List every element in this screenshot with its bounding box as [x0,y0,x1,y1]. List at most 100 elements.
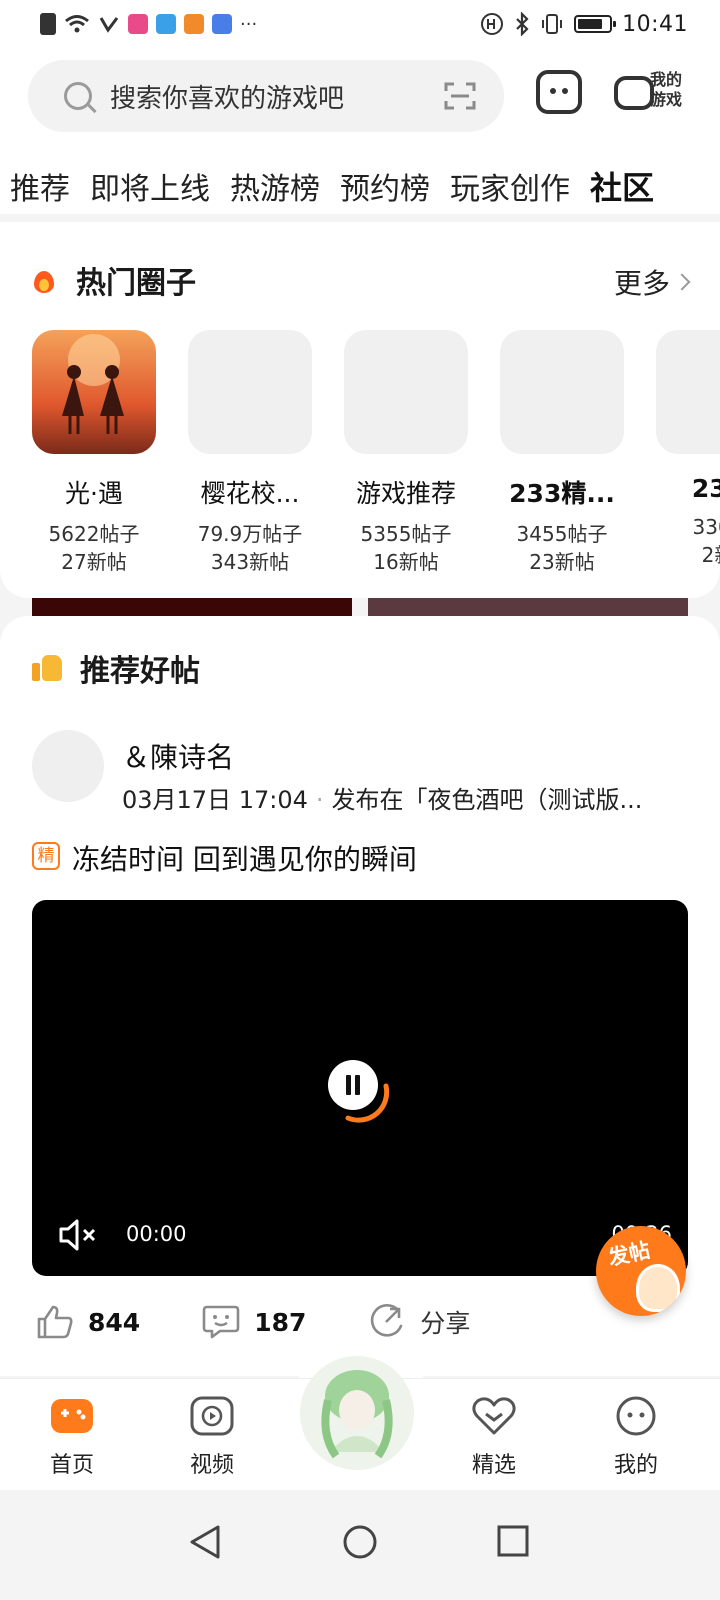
circle-thumbnail [188,330,312,454]
clock: 10:41 [622,11,688,37]
search-placeholder: 搜索你喜欢的游戏吧 [110,83,345,114]
battery-icon [574,15,617,33]
circles-list: 光·遇 5622帖子 27新帖 樱花校... 79.9万帖子 343新帖 游戏推荐 5355帖… [32,330,720,576]
more-notifications: ··· [240,13,258,35]
circle-post-count: 5355帖子 [360,522,452,546]
circle-name: 游戏推荐 [355,479,456,508]
circle-thumbnail [500,330,624,454]
fire-icon [32,265,56,295]
like-count: 844 [88,1307,141,1337]
comment-count: 187 [254,1307,307,1337]
category-tabs: 推荐 即将上线 热游榜 预约榜 玩家创作 社区 [0,160,720,212]
sky-game-cover [32,330,156,454]
back-icon[interactable] [188,1524,222,1560]
controller-icon [614,76,654,110]
more-label: 更多 [613,267,670,300]
circle-post-count: 79.9万帖子 [197,522,303,546]
author-name[interactable]: ＆陳诗名 [122,736,234,776]
game-app-icon [184,14,204,34]
post-date: 03月17日 17:04 [122,786,308,814]
tab-2[interactable]: 热游榜 [230,164,320,208]
circle-name: 233 [691,474,720,503]
new-post-fab[interactable]: 发帖 [596,1226,686,1316]
my-games-button[interactable]: 我的游戏 [614,70,694,118]
status-bar: ··· 10:41 [0,0,720,48]
character-illustration [321,1370,393,1459]
nav-video[interactable]: 视频 [172,1395,252,1479]
nav-profile[interactable]: 我的 [596,1395,676,1479]
post-circle-link[interactable]: 发布在「夜色酒吧（测试版... [332,786,643,814]
wifi-icon [65,15,89,33]
feed-peek-left [32,598,352,616]
more-circles-link[interactable]: 更多 [613,262,691,302]
circle-item[interactable]: 光·遇 5622帖子 27新帖 [32,330,156,576]
tab-1[interactable]: 即将上线 [90,164,210,208]
tab-4[interactable]: 玩家创作 [450,164,570,208]
author-avatar[interactable] [32,730,104,802]
hot-circles-title: 热门圈子 [76,266,196,301]
thumbs-up-emoji-icon [32,653,64,683]
circle-thumbnail [32,330,156,454]
circle-name: 233精... [509,479,615,508]
video-current-time: 00:00 [126,1222,187,1246]
hd-call-icon [481,13,504,35]
circle-item[interactable]: 233精... 3455帖子 23新帖 [500,330,624,576]
circle-item[interactable]: 233 3301 2新 [656,330,720,576]
system-navigation-bar [0,1490,720,1600]
nav-home[interactable]: 首页 [32,1395,112,1479]
circle-post-count: 3455帖子 [516,522,608,546]
scan-icon[interactable] [444,81,476,111]
post-actions: 844 187 分享 [36,1296,636,1348]
pause-button[interactable] [328,1060,394,1126]
circle-new-count: 343新帖 [210,550,290,574]
share-icon [371,1304,403,1337]
meta-separator: · [315,786,324,814]
sim-alert-icon [40,13,56,35]
link-icon [99,17,119,33]
tab-0[interactable]: 推荐 [10,164,70,208]
tab-5[interactable]: 社区 [590,163,654,209]
circle-post-count: 5622帖子 [48,522,140,546]
recommended-heading: 推荐好帖 [32,646,200,690]
nav-profile-label: 我的 [613,1453,658,1478]
circle-item[interactable]: 樱花校... 79.9万帖子 343新帖 [188,330,312,576]
tab-3[interactable]: 预约榜 [340,164,430,208]
video-player[interactable]: 00:00 00:36 [32,900,688,1276]
circle-name: 樱花校... [200,479,300,508]
comment-icon [202,1305,240,1339]
gamepad-icon [51,1399,93,1433]
thumbs-up-icon [37,1305,73,1339]
share-label: 分享 [420,1309,471,1338]
pause-icon [328,1060,378,1110]
my-games-label: 我的游戏 [650,70,683,109]
featured-badge: 精 [32,842,60,870]
header: 搜索你喜欢的游戏吧 我的游戏 推荐 即将上线 热游榜 预约榜 玩家创作 社区 [0,48,720,214]
feed-peek-right [368,598,688,616]
center-character-avatar[interactable] [300,1356,414,1470]
recents-icon[interactable] [496,1524,530,1558]
circle-new-count: 16新帖 [373,550,439,574]
home-icon[interactable] [342,1524,378,1560]
circle-new-count: 2新 [701,543,720,567]
circle-item[interactable]: 游戏推荐 5355帖子 16新帖 [344,330,468,576]
circle-thumbnail [344,330,468,454]
nav-video-label: 视频 [189,1453,234,1478]
app-notification-icon [128,14,148,34]
hot-circles-card: 热门圈子 更多 光·遇 5622帖子 27新帖 樱花校... 79.9万帖子 343新帖 游… [0,222,720,598]
message-icon[interactable] [536,70,582,114]
recommended-title: 推荐好帖 [80,654,200,689]
hot-circles-heading: 热门圈子 [32,258,196,302]
share-button[interactable]: 分享 [368,1304,470,1340]
nav-featured-label: 精选 [471,1453,516,1478]
nav-featured[interactable]: 精选 [454,1395,534,1479]
mute-icon[interactable] [58,1218,98,1252]
comment-button[interactable]: 187 [202,1304,306,1340]
post-meta: 03月17日 17:04 · 发布在「夜色酒吧（测试版... [122,780,702,815]
mascot-icon [636,1264,680,1312]
post-title[interactable]: 冻结时间 回到遇见你的瞬间 [72,838,417,878]
search-input[interactable]: 搜索你喜欢的游戏吧 [28,60,504,132]
like-button[interactable]: 844 [36,1304,140,1340]
status-left: ··· [40,13,257,35]
video-play-icon [190,1396,234,1436]
nav-home-label: 首页 [49,1453,94,1478]
